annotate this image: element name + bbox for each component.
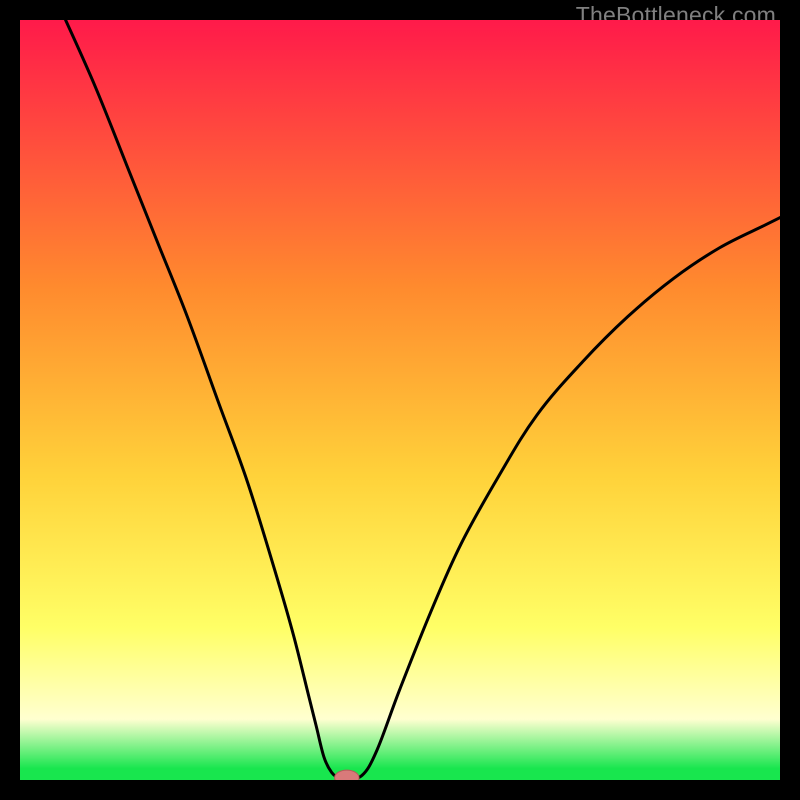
chart-background bbox=[20, 20, 780, 780]
chart-svg bbox=[20, 20, 780, 780]
chart-frame bbox=[20, 20, 780, 780]
